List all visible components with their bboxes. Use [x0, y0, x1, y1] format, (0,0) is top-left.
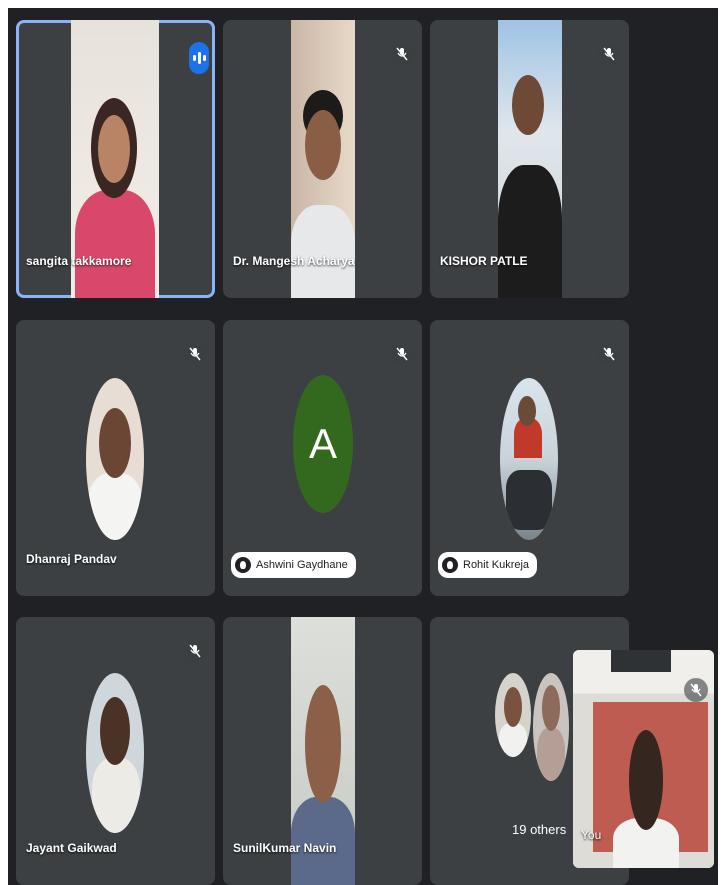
participant-tile-sangita[interactable]: sangita takkamore — [16, 20, 215, 298]
person-icon — [235, 557, 251, 573]
mic-off-icon — [390, 342, 414, 366]
participant-name-chip: Ashwini Gaydhane — [231, 552, 356, 578]
participant-name: KISHOR PATLE — [440, 254, 528, 268]
participant-avatar — [86, 673, 144, 833]
self-view-tile[interactable]: You — [573, 650, 714, 868]
self-label: You — [581, 828, 602, 842]
participant-tile-rohit[interactable]: Rohit Kukreja — [430, 320, 629, 596]
participant-tile-jayant[interactable]: Jayant Gaikwad — [16, 617, 215, 885]
participant-name: sangita takkamore — [26, 254, 132, 268]
meeting-grid: sangita takkamore Dr. Mangesh Acharya KI… — [8, 8, 718, 885]
mic-off-icon — [183, 342, 207, 366]
others-avatar-2 — [533, 673, 569, 781]
others-count-label: 19 others — [512, 822, 567, 837]
participant-name: Ashwini Gaydhane — [256, 559, 348, 571]
participant-name: SunilKumar Navin — [233, 841, 337, 855]
participant-tile-kishor[interactable]: KISHOR PATLE — [430, 20, 629, 298]
participant-tile-ashwini[interactable]: A Ashwini Gaydhane — [223, 320, 422, 596]
participant-avatar — [86, 378, 144, 540]
mic-off-icon — [684, 678, 708, 702]
participant-tile-sunilkumar[interactable]: SunilKumar Navin — [223, 617, 422, 885]
mic-off-icon — [390, 42, 414, 66]
mic-off-icon — [183, 639, 207, 663]
mic-off-icon — [597, 342, 621, 366]
participant-name-chip: Rohit Kukreja — [438, 552, 538, 578]
participant-name: Jayant Gaikwad — [26, 841, 117, 855]
others-avatar-1 — [495, 673, 531, 757]
participant-name: Rohit Kukreja — [463, 559, 530, 571]
participant-tile-mangesh[interactable]: Dr. Mangesh Acharya — [223, 20, 422, 298]
participant-tile-dhanraj[interactable]: Dhanraj Pandav — [16, 320, 215, 596]
person-icon — [442, 557, 458, 573]
participant-avatar — [500, 378, 558, 540]
participant-avatar-letter: A — [293, 375, 353, 513]
participant-name: Dhanraj Pandav — [26, 552, 117, 566]
speaking-indicator-icon — [189, 42, 209, 74]
participant-name: Dr. Mangesh Acharya — [233, 254, 355, 268]
mic-off-icon — [597, 42, 621, 66]
